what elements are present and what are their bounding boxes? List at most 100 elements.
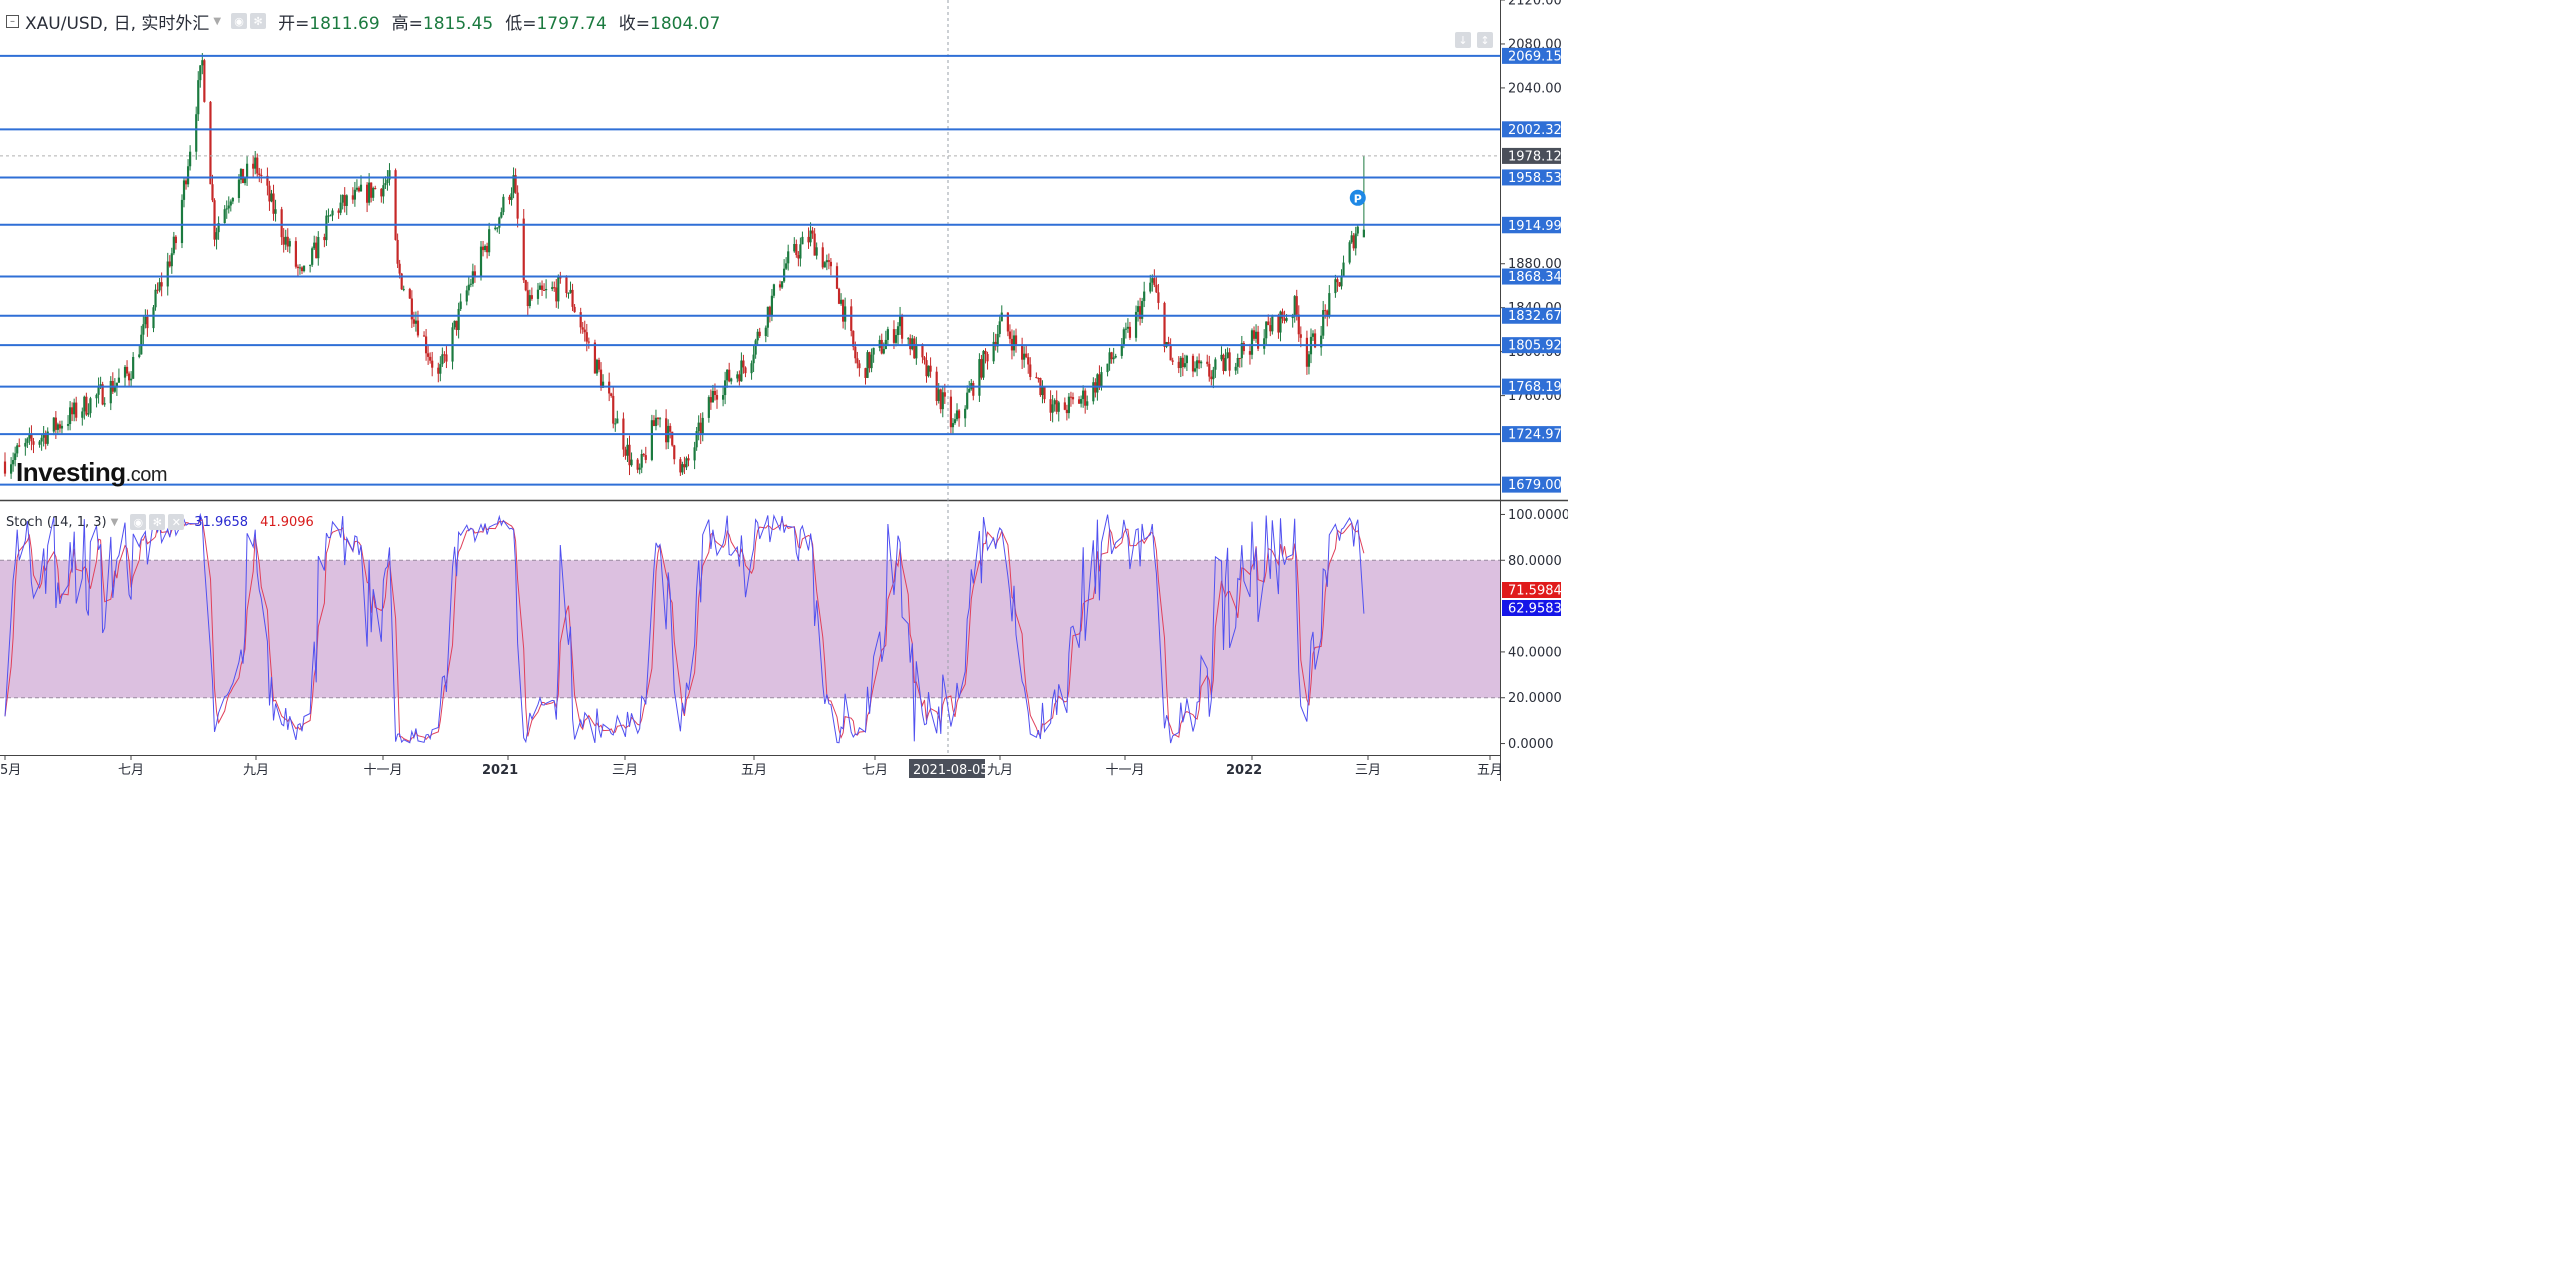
candle-body — [81, 411, 84, 418]
candle-body — [195, 114, 198, 152]
candle-body — [738, 374, 741, 382]
candle-body — [880, 339, 883, 354]
time-tick-label: 九月 — [243, 763, 269, 778]
candle-body — [313, 242, 316, 249]
time-tick-label: 五月 — [741, 763, 767, 778]
candle-body — [565, 277, 568, 294]
eye-icon[interactable]: ◉ — [231, 13, 248, 29]
candle-body — [231, 197, 234, 202]
time-tick-label: 五月 — [1477, 763, 1503, 778]
candle-body — [868, 352, 871, 369]
candle-body — [345, 195, 348, 206]
price-tick-label: 2120.00 — [1508, 0, 1562, 9]
candle-body — [658, 418, 662, 420]
candle-body — [1037, 378, 1040, 380]
candle-body — [892, 329, 896, 343]
candle-body — [1157, 292, 1160, 303]
candle-body — [842, 299, 845, 322]
candle-body — [160, 282, 163, 287]
candle-body — [457, 308, 460, 330]
candle-body — [728, 369, 731, 382]
candle-body — [736, 374, 739, 379]
candle-body — [343, 194, 346, 206]
gear-icon[interactable]: ✻ — [149, 514, 166, 530]
candle-body — [272, 193, 275, 214]
candle-body — [679, 459, 682, 473]
chart-canvas[interactable]: P2120.002080.002040.001880.001840.001800… — [0, 0, 1568, 781]
candle-body — [174, 236, 177, 244]
candle-body — [1191, 355, 1195, 372]
candle-body — [787, 251, 790, 264]
candle-body — [980, 359, 983, 378]
candle-body — [498, 217, 501, 228]
candle-body — [1098, 374, 1101, 386]
gear-icon[interactable]: ✻ — [250, 13, 267, 29]
candle-body — [772, 284, 776, 296]
candle-body — [317, 236, 320, 259]
candle-body — [665, 418, 668, 443]
candle-body — [296, 266, 300, 269]
level-price-label: 1724.97 — [1508, 428, 1562, 443]
candle-body — [125, 366, 129, 374]
candle-body — [978, 359, 981, 396]
candle-body — [1338, 282, 1341, 287]
candle-body — [445, 354, 448, 362]
candle-body — [315, 242, 318, 259]
candle-body — [1248, 351, 1252, 355]
candle-body — [1311, 333, 1315, 337]
symbol-title[interactable]: XAU/USD, 日, 实时外汇 — [25, 9, 209, 34]
close-icon[interactable]: ✕ — [168, 514, 185, 530]
candle-body — [1023, 353, 1026, 360]
candle-body — [656, 417, 660, 420]
candle-body — [1212, 369, 1215, 380]
candle-body — [1043, 387, 1046, 400]
candle-body — [394, 170, 397, 240]
candle-body — [612, 395, 615, 424]
candle-body — [951, 423, 955, 428]
candle-body — [75, 402, 78, 418]
candle-body — [644, 455, 647, 460]
candle-body — [408, 289, 411, 299]
candle-body — [699, 422, 702, 435]
candle-body — [280, 209, 283, 238]
candle-body — [109, 380, 112, 404]
candle-body — [384, 183, 387, 186]
candle-body — [1256, 331, 1260, 349]
candle-body — [1008, 331, 1012, 339]
candle-body — [1252, 330, 1256, 339]
candle-body — [386, 179, 389, 184]
arrow-down-icon[interactable]: ↓ — [1455, 32, 1471, 48]
candle-body — [355, 187, 359, 190]
candle-body — [127, 373, 131, 381]
candle-body — [225, 208, 228, 210]
candle-body — [768, 306, 771, 316]
stoch-title[interactable]: Stoch (14, 1, 3) — [6, 515, 107, 530]
candle-body — [245, 163, 249, 179]
candle-body — [502, 196, 505, 213]
candle-body — [443, 354, 446, 356]
candle-body — [227, 205, 230, 209]
candle-body — [626, 444, 629, 456]
candle-body — [1120, 345, 1123, 356]
candle-body — [807, 236, 810, 243]
candle-body — [26, 438, 29, 443]
candle-body — [941, 392, 944, 410]
candle-body — [158, 282, 161, 291]
candle-body — [351, 195, 354, 200]
chevron-down-icon[interactable]: ▼ — [213, 16, 221, 27]
candle-body — [270, 193, 273, 202]
candle-body — [839, 299, 843, 304]
chevron-down-icon[interactable]: ▼ — [111, 517, 119, 528]
candle-body — [616, 418, 619, 424]
candle-body — [431, 360, 434, 368]
candle-body — [329, 215, 332, 217]
candle-body — [1210, 376, 1213, 380]
candle-body — [571, 289, 574, 307]
collapse-icon[interactable]: – — [6, 14, 19, 28]
level-price-label: 1832.67 — [1508, 309, 1562, 324]
candle-body — [1179, 357, 1182, 369]
arrow-updown-icon[interactable]: ↕ — [1477, 32, 1493, 48]
eye-icon[interactable]: ◉ — [130, 514, 147, 530]
candle-body — [858, 363, 861, 369]
candle-body — [95, 394, 98, 399]
